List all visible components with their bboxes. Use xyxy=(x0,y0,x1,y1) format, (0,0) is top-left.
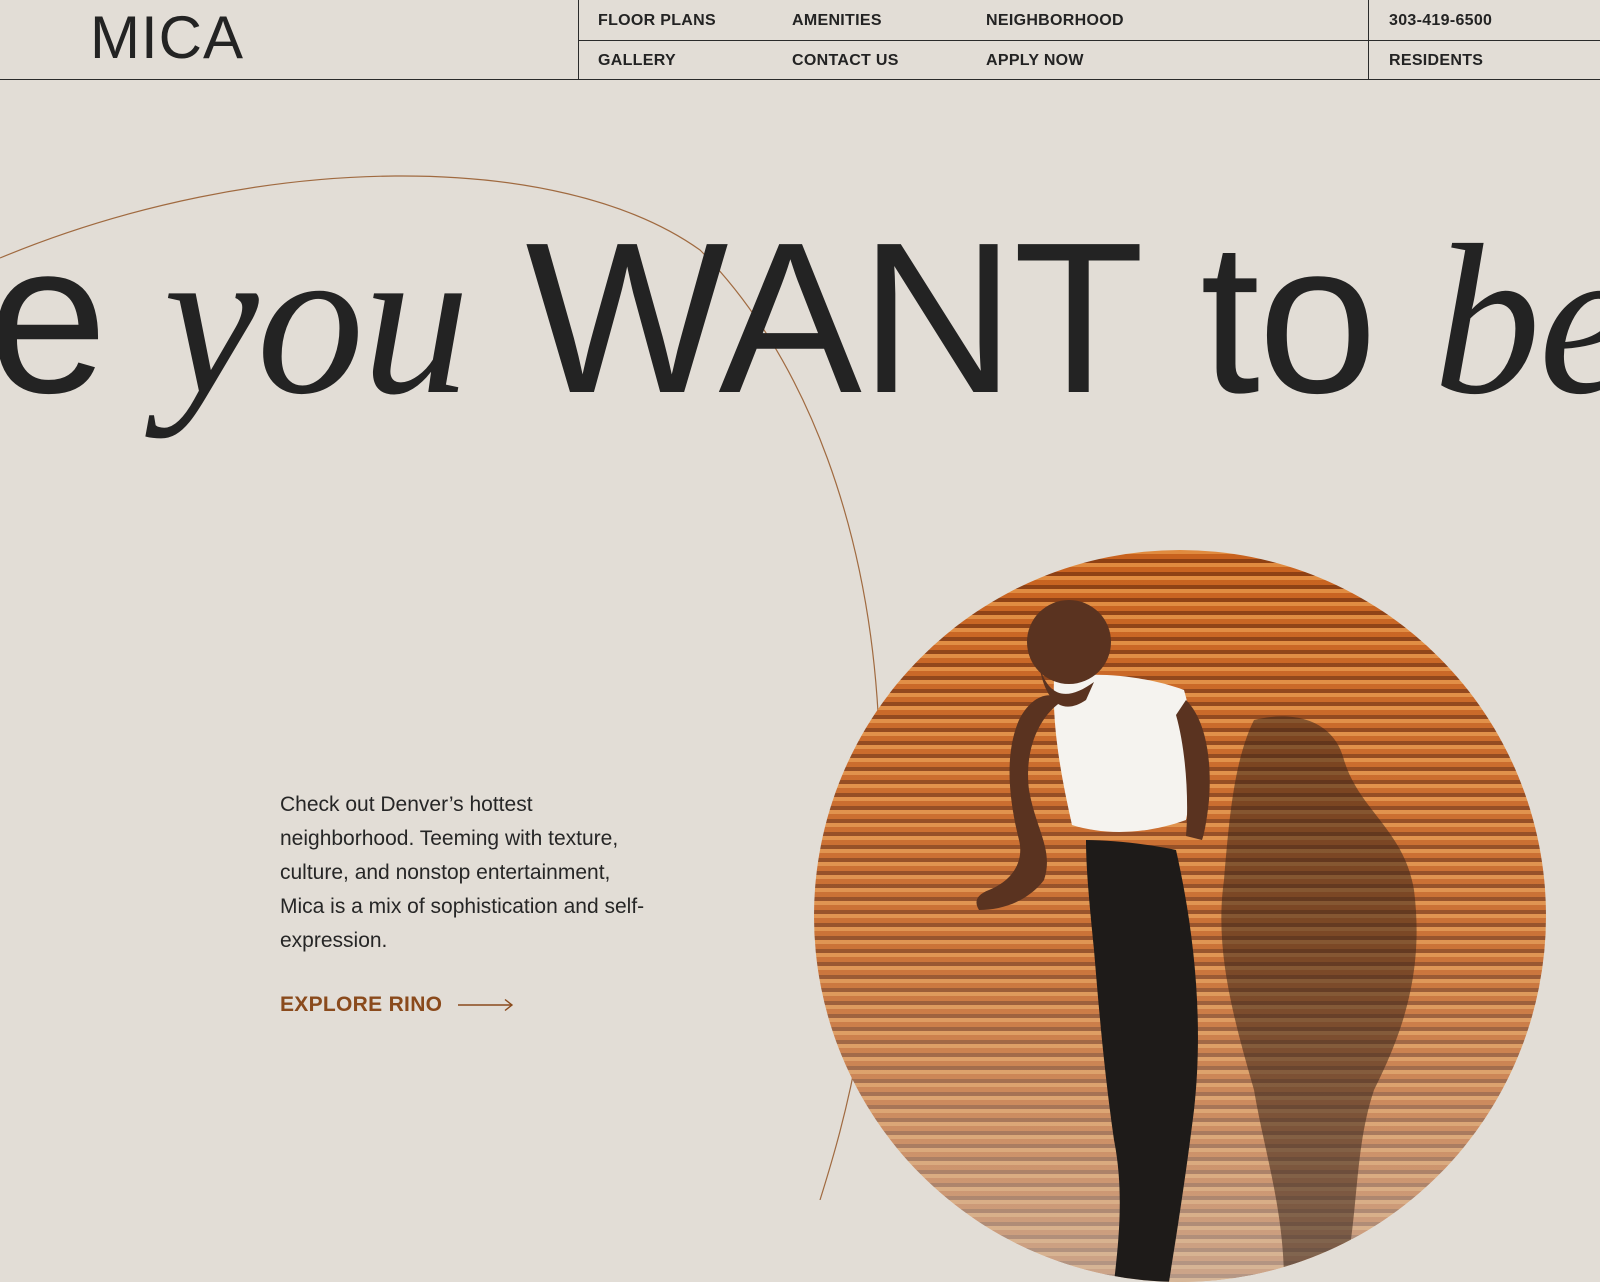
nav-floor-plans[interactable]: FLOOR PLANS xyxy=(598,13,716,29)
mica-logo[interactable]: MICA xyxy=(90,8,244,68)
explore-rino-label: EXPLORE RINO xyxy=(280,993,443,1016)
hero-photo xyxy=(814,550,1546,1282)
hero-title-word: you xyxy=(163,200,469,439)
nav-gallery[interactable]: GALLERY xyxy=(598,53,676,69)
hero-title: e you WANT to be xyxy=(0,210,1600,427)
nav-amenities[interactable]: AMENITIES xyxy=(792,13,882,29)
site-header: MICA FLOOR PLANS AMENITIES NEIGHBORHOOD … xyxy=(0,0,1600,80)
hero-title-word: be xyxy=(1433,200,1600,439)
nav-contact-us[interactable]: CONTACT US xyxy=(792,53,899,69)
neighborhood-intro: Check out Denver’s hottest neighborhood.… xyxy=(280,793,645,952)
explore-rino-link[interactable]: EXPLORE RINO xyxy=(280,993,514,1017)
hero-title-word: e xyxy=(0,197,108,438)
hero-title-word: to xyxy=(1200,197,1377,438)
hero-title-word: WANT xyxy=(525,197,1144,438)
phone-link[interactable]: 303-419-6500 xyxy=(1389,13,1492,29)
header-divider xyxy=(578,40,1600,41)
woman-dancing-photo xyxy=(814,550,1546,1282)
arrow-right-icon xyxy=(458,998,514,1012)
nav-residents[interactable]: RESIDENTS xyxy=(1389,53,1483,69)
nav-apply-now[interactable]: APPLY NOW xyxy=(986,53,1084,69)
nav-neighborhood[interactable]: NEIGHBORHOOD xyxy=(986,13,1124,29)
